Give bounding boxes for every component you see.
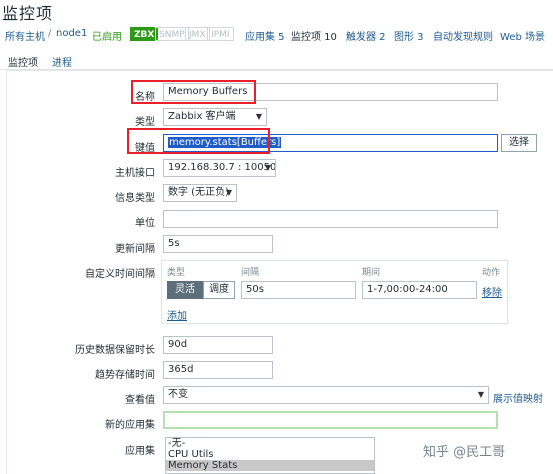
applications-listbox[interactable]: -无- CPU Utils Memory Stats: [165, 437, 375, 474]
type-select-value: Zabbix 客户端: [168, 111, 236, 122]
trend-label: 趋势存储时间: [95, 370, 155, 381]
unit-input[interactable]: [163, 210, 498, 228]
type-label: 类型: [135, 117, 155, 128]
all-hosts-link[interactable]: 所有主机: [5, 28, 45, 43]
jmx-availability-tag: JMX: [185, 27, 210, 41]
unit-label: 单位: [135, 218, 155, 229]
host-nav-bar: 所有主机 / node1 已启用 ZBX SNMP JMX IPMI 应用集 5…: [0, 25, 553, 45]
web-scenarios-link[interactable]: Web 场景: [500, 28, 545, 43]
custom-interval-input[interactable]: 50s: [241, 281, 356, 299]
show-value-mappings-link[interactable]: 展示值映射: [493, 390, 543, 405]
custom-intervals-table: 类型 间隔 期间 动作 灵活 调度 50s 1-7,00:00-24:00 移除…: [161, 260, 508, 324]
type-select[interactable]: Zabbix 客户端 ▼: [163, 108, 267, 126]
col-type-header: 类型: [167, 268, 186, 278]
key-highlight-box: [127, 128, 270, 154]
list-item[interactable]: CPU Utils: [166, 449, 374, 460]
host-interface-value: 192.168.30.7 : 10050: [168, 162, 276, 173]
col-period-header: 期间: [362, 268, 381, 278]
page-title: 监控项: [2, 4, 54, 23]
list-item[interactable]: Memory Stats: [166, 460, 374, 471]
scheduling-toggle[interactable]: 调度: [203, 281, 235, 299]
list-item[interactable]: -无-: [166, 438, 374, 449]
applications-label: 应用集: [125, 446, 155, 457]
history-label: 历史数据保留时长: [75, 345, 155, 356]
remove-interval-link[interactable]: 移除: [482, 284, 502, 299]
triggers-link[interactable]: 触发器 2: [346, 28, 386, 43]
chevron-down-icon: ▼: [477, 390, 484, 399]
watermark: 知乎 @民工哥: [423, 445, 506, 460]
new-application-input[interactable]: [163, 411, 498, 429]
chevron-down-icon: ▼: [255, 112, 262, 121]
value-map-label: 查看值: [125, 395, 155, 406]
ipmi-availability-tag: IPMI: [207, 27, 234, 41]
info-type-label: 信息类型: [115, 193, 155, 204]
discovery-rules-link[interactable]: 自动发现规则: [433, 28, 493, 43]
info-type-value: 数字 (无正负): [168, 187, 229, 198]
host-interface-select[interactable]: 192.168.30.7 : 10050 ▼: [163, 159, 276, 177]
col-interval-header: 间隔: [241, 268, 260, 278]
value-map-value: 不变: [168, 389, 188, 400]
name-highlight-box: [131, 80, 256, 104]
breadcrumb-separator: /: [48, 28, 52, 39]
applications-link[interactable]: 应用集 5: [245, 28, 285, 43]
info-type-select[interactable]: 数字 (无正负) ▼: [163, 184, 237, 202]
host-status-enabled[interactable]: 已启用: [92, 28, 122, 43]
update-interval-input[interactable]: 5s: [163, 235, 273, 253]
chevron-down-icon: ▼: [225, 188, 232, 197]
add-interval-link[interactable]: 添加: [167, 307, 187, 322]
tab-preprocessing[interactable]: 进程: [52, 54, 72, 69]
custom-period-input[interactable]: 1-7,00:00-24:00: [362, 281, 477, 299]
host-link[interactable]: node1: [56, 28, 87, 39]
snmp-availability-tag: SNMP: [155, 27, 189, 41]
custom-intervals-label: 自定义时间间隔: [85, 269, 155, 280]
new-application-label: 新的应用集: [105, 420, 155, 431]
host-interface-label: 主机接口: [115, 168, 155, 179]
value-map-select[interactable]: 不变 ▼: [163, 386, 489, 404]
select-key-button[interactable]: 选择: [501, 134, 537, 152]
form-tabs: 监控项 进程: [0, 52, 553, 72]
graphs-link[interactable]: 图形 3: [394, 28, 424, 43]
flexible-toggle[interactable]: 灵活: [167, 281, 203, 299]
update-interval-label: 更新间隔: [115, 244, 155, 255]
trend-input[interactable]: 365d: [163, 361, 273, 379]
col-action-header: 动作: [482, 268, 501, 278]
history-input[interactable]: 90d: [163, 336, 273, 354]
items-link[interactable]: 监控项 10: [291, 28, 337, 43]
chevron-down-icon: ▼: [264, 163, 271, 172]
